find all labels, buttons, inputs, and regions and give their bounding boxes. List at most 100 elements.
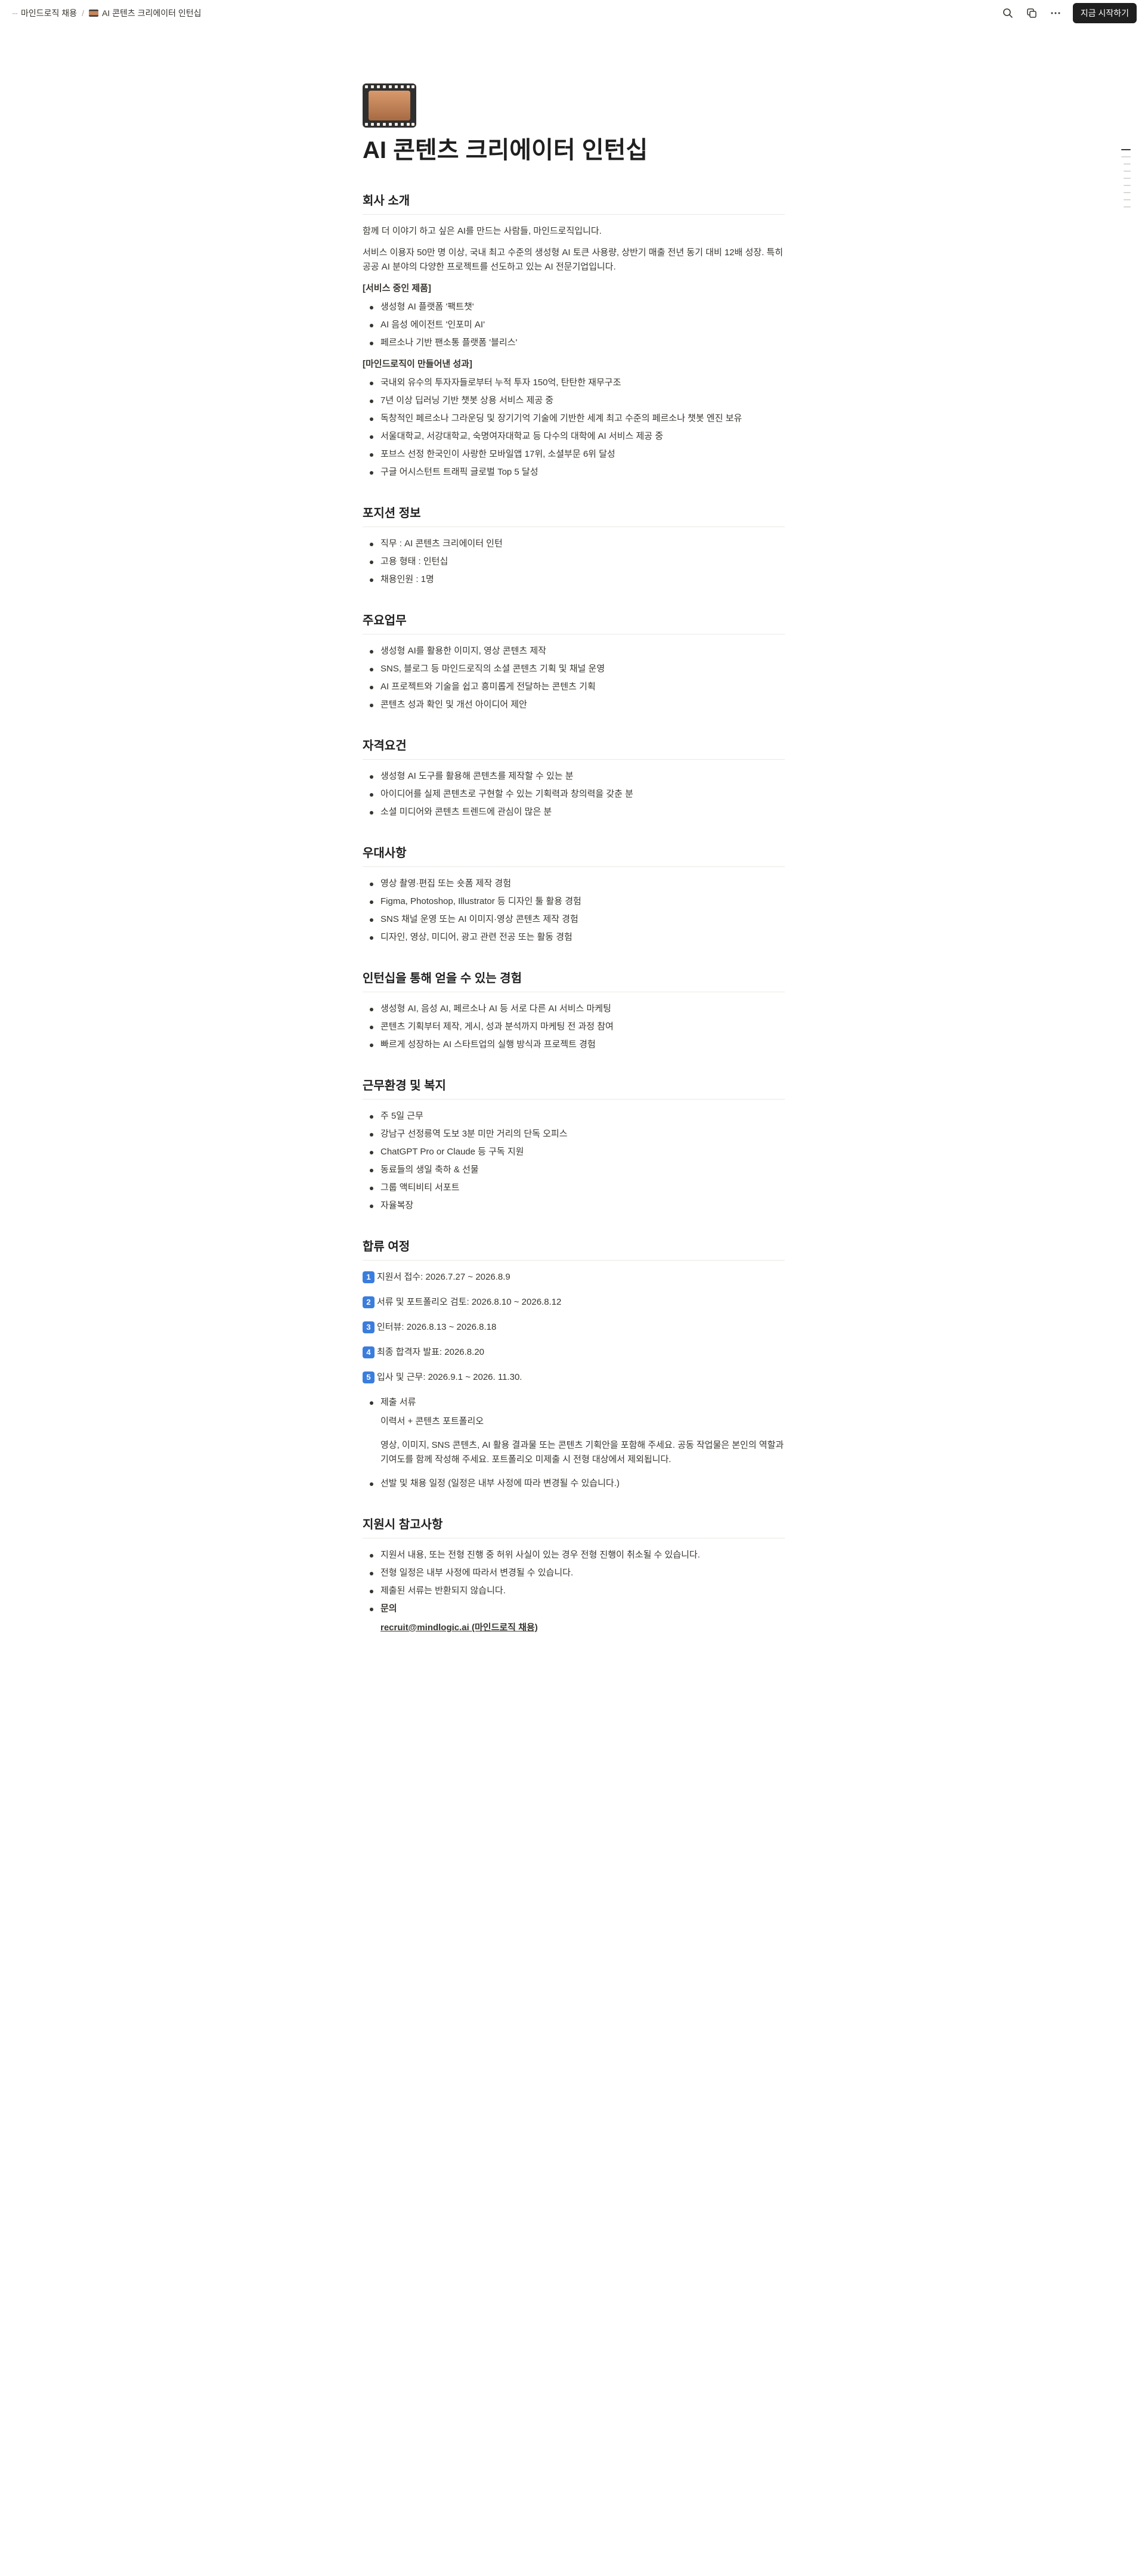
list-item: 독창적인 페르소나 그라운딩 및 장기기억 기술에 기반한 세계 최고 수준의 … bbox=[363, 411, 785, 426]
section-heading: 인턴십을 통해 얻을 수 있는 경험 bbox=[363, 968, 785, 992]
contact-details: recruit@mindlogic.ai (마인드로직 채용) bbox=[363, 1621, 785, 1633]
page-outline[interactable] bbox=[1121, 149, 1131, 208]
list-item: 자율복장 bbox=[363, 1199, 785, 1213]
process-step-text: 인터뷰: 2026.8.13 ~ 2026.8.18 bbox=[377, 1322, 497, 1332]
breadcrumb-workspace[interactable]: ··· 마인드로직 채용 bbox=[8, 5, 81, 21]
section-heading: 지원시 참고사항 bbox=[363, 1515, 785, 1538]
workspace-logo-icon: ··· bbox=[12, 9, 18, 17]
list-item: Figma, Photoshop, Illustrator 등 디자인 툴 활용… bbox=[363, 894, 785, 909]
list-item: 동료들의 생일 축하 & 선물 bbox=[363, 1163, 785, 1177]
outline-mark[interactable] bbox=[1121, 149, 1131, 150]
top-bar: ··· 마인드로직 채용 / AI 콘텐츠 크리에이터 인턴십 지금 시작하기 bbox=[0, 0, 1145, 26]
list-item: 페르소나 기반 팬소통 플랫폼 '블리스' bbox=[363, 336, 785, 350]
section-requirements: 자격요건 생성형 AI 도구를 활용해 콘텐츠를 제작할 수 있는 분 아이디어… bbox=[363, 736, 785, 819]
keycap-number-icon: 4 bbox=[363, 1346, 375, 1358]
docs-note: 영상, 이미지, SNS 콘텐츠, AI 활용 결과물 또는 콘텐츠 기획안을 … bbox=[380, 1440, 784, 1465]
list-item: 콘텐츠 성과 확인 및 개선 아이디어 제안 bbox=[363, 698, 785, 712]
outline-mark[interactable] bbox=[1124, 199, 1131, 200]
section-duties: 주요업무 생성형 AI를 활용한 이미지, 영상 콘텐츠 제작 SNS, 블로그… bbox=[363, 611, 785, 712]
benefits-list: 주 5일 근무 강남구 선정릉역 도보 3분 미만 거리의 단독 오피스 Cha… bbox=[363, 1109, 785, 1213]
outline-mark[interactable] bbox=[1124, 171, 1131, 172]
list-item: 선발 및 채용 일정 (일정은 내부 사정에 따라 변경될 수 있습니다.) bbox=[363, 1476, 785, 1491]
page-content: AI 콘텐츠 크리에이터 인턴십 회사 소개 함께 더 이야기 하고 싶은 AI… bbox=[363, 83, 785, 1657]
process-step: 4 최종 합격자 발표: 2026.8.20 bbox=[363, 1345, 785, 1360]
list-item: 구글 어시스턴트 트래픽 글로벌 Top 5 달성 bbox=[363, 465, 785, 479]
section-heading: 근무환경 및 복지 bbox=[363, 1076, 785, 1100]
list-item: 직무 : AI 콘텐츠 크리에이터 인턴 bbox=[363, 537, 785, 551]
section-heading: 포지션 정보 bbox=[363, 503, 785, 527]
list-item: 생성형 AI, 음성 AI, 페르소나 AI 등 서로 다른 AI 서비스 마케… bbox=[363, 1002, 785, 1016]
list-item: 채용인원 : 1명 bbox=[363, 572, 785, 587]
process-step: 2 서류 및 포트폴리오 검토: 2026.8.10 ~ 2026.8.12 bbox=[363, 1295, 785, 1309]
list-item: 주 5일 근무 bbox=[363, 1109, 785, 1123]
list-item: 그룹 액티비티 서포트 bbox=[363, 1181, 785, 1195]
outline-mark[interactable] bbox=[1124, 185, 1131, 186]
search-icon[interactable] bbox=[1001, 7, 1014, 20]
company-intro: 함께 더 이야기 하고 싶은 AI를 만드는 사람들, 마인드로직입니다. bbox=[363, 226, 602, 236]
notes-list: 지원서 내용, 또는 전형 진행 중 허위 사실이 있는 경우 전형 진행이 취… bbox=[363, 1548, 785, 1616]
list-item: SNS 채널 운영 또는 AI 이미지·영상 콘텐츠 제작 경험 bbox=[363, 912, 785, 927]
section-position: 포지션 정보 직무 : AI 콘텐츠 크리에이터 인턴 고용 형태 : 인턴십 … bbox=[363, 503, 785, 587]
process-details-list: 제출 서류 bbox=[363, 1395, 785, 1410]
outline-mark[interactable] bbox=[1124, 178, 1131, 179]
preferred-list: 영상 촬영·편집 또는 숏폼 제작 경험 Figma, Photoshop, I… bbox=[363, 877, 785, 945]
contact-label: 문의 bbox=[380, 1603, 397, 1614]
duties-list: 생성형 AI를 활용한 이미지, 영상 콘텐츠 제작 SNS, 블로그 등 마인… bbox=[363, 644, 785, 712]
list-item: 고용 형태 : 인턴십 bbox=[363, 555, 785, 569]
list-item: 포브스 선정 한국인이 사랑한 모바일앱 17위, 소셜부문 6위 달성 bbox=[363, 447, 785, 462]
section-heading: 합류 여정 bbox=[363, 1237, 785, 1261]
docs-label: 제출 서류 bbox=[380, 1397, 416, 1407]
list-item: 디자인, 영상, 미디어, 광고 관련 전공 또는 활동 경험 bbox=[363, 930, 785, 945]
company-description: 서비스 이용자 50만 명 이상, 국내 최고 수준의 생성형 AI 토큰 사용… bbox=[363, 247, 784, 272]
duplicate-icon[interactable] bbox=[1025, 7, 1038, 20]
breadcrumb-workspace-label: 마인드로직 채용 bbox=[21, 8, 78, 18]
keycap-number-icon: 5 bbox=[363, 1371, 375, 1383]
process-step-text: 지원서 접수: 2026.7.27 ~ 2026.8.9 bbox=[377, 1272, 510, 1282]
keycap-number-icon: 3 bbox=[363, 1321, 375, 1333]
page-title: AI 콘텐츠 크리에이터 인턴십 bbox=[363, 137, 648, 163]
process-step: 3 인터뷰: 2026.8.13 ~ 2026.8.18 bbox=[363, 1320, 785, 1335]
list-item: 전형 일정은 내부 사정에 따라서 변경될 수 있습니다. bbox=[363, 1566, 785, 1580]
list-item: 제출된 서류는 반환되지 않습니다. bbox=[363, 1584, 785, 1598]
outline-mark[interactable] bbox=[1124, 163, 1131, 165]
section-process: 합류 여정 1 지원서 접수: 2026.7.27 ~ 2026.8.9 2 서… bbox=[363, 1237, 785, 1491]
list-item: 국내외 유수의 투자자들로부터 누적 투자 150억, 탄탄한 재무구조 bbox=[363, 376, 785, 390]
schedule-list: 선발 및 채용 일정 (일정은 내부 사정에 따라 변경될 수 있습니다.) bbox=[363, 1476, 785, 1491]
services-list: 생성형 AI 플랫폼 '팩트챗' AI 음성 에이전트 '인포미 AI' 페르소… bbox=[363, 300, 785, 350]
more-icon[interactable] bbox=[1049, 7, 1062, 20]
list-item: 생성형 AI 도구를 활용해 콘텐츠를 제작할 수 있는 분 bbox=[363, 769, 785, 784]
achievements-list: 국내외 유수의 투자자들로부터 누적 투자 150억, 탄탄한 재무구조 7년 … bbox=[363, 376, 785, 479]
process-step: 5 입사 및 근무: 2026.9.1 ~ 2026. 11.30. bbox=[363, 1370, 785, 1385]
list-item: 생성형 AI를 활용한 이미지, 영상 콘텐츠 제작 bbox=[363, 644, 785, 658]
process-step-text: 서류 및 포트폴리오 검토: 2026.8.10 ~ 2026.8.12 bbox=[377, 1297, 562, 1307]
film-icon bbox=[88, 10, 98, 17]
section-company: 회사 소개 함께 더 이야기 하고 싶은 AI를 만드는 사람들, 마인드로직입… bbox=[363, 191, 785, 479]
keycap-number-icon: 2 bbox=[363, 1296, 375, 1308]
list-item: AI 프로젝트와 기술을 쉽고 흥미롭게 전달하는 콘텐츠 기획 bbox=[363, 680, 785, 694]
list-item: 서울대학교, 서강대학교, 숙명여자대학교 등 다수의 대학에 AI 서비스 제… bbox=[363, 429, 785, 444]
section-heading: 주요업무 bbox=[363, 611, 785, 634]
film-frames-icon[interactable] bbox=[363, 83, 416, 128]
services-label: [서비스 중인 제품] bbox=[363, 283, 431, 293]
list-item: 영상 촬영·편집 또는 숏폼 제작 경험 bbox=[363, 877, 785, 891]
list-item: 7년 이상 딥러닝 기반 챗봇 상용 서비스 제공 중 bbox=[363, 394, 785, 408]
breadcrumb: ··· 마인드로직 채용 / AI 콘텐츠 크리에이터 인턴십 bbox=[8, 5, 205, 21]
process-step-text: 최종 합격자 발표: 2026.8.20 bbox=[377, 1347, 485, 1357]
list-item: 콘텐츠 기획부터 제작, 게시, 성과 분석까지 마케팅 전 과정 참여 bbox=[363, 1020, 785, 1034]
section-benefits: 근무환경 및 복지 주 5일 근무 강남구 선정릉역 도보 3분 미만 거리의 … bbox=[363, 1076, 785, 1213]
outline-mark[interactable] bbox=[1124, 206, 1131, 208]
outline-mark[interactable] bbox=[1124, 192, 1131, 193]
keycap-number-icon: 1 bbox=[363, 1271, 375, 1283]
process-step-text: 입사 및 근무: 2026.9.1 ~ 2026. 11.30. bbox=[377, 1372, 522, 1382]
docs-details: 이력서 + 콘텐츠 포트폴리오 영상, 이미지, SNS 콘텐츠, AI 활용 … bbox=[363, 1414, 785, 1467]
section-notes: 지원시 참고사항 지원서 내용, 또는 전형 진행 중 허위 사실이 있는 경우… bbox=[363, 1515, 785, 1633]
list-item: 생성형 AI 플랫폼 '팩트챗' bbox=[363, 300, 785, 314]
breadcrumb-page[interactable]: AI 콘텐츠 크리에이터 인턴십 bbox=[85, 5, 205, 21]
outline-mark[interactable] bbox=[1121, 156, 1131, 157]
breadcrumb-page-label: AI 콘텐츠 크리에이터 인턴십 bbox=[101, 8, 202, 18]
breadcrumb-separator: / bbox=[82, 8, 84, 18]
contact-email-link[interactable]: recruit@mindlogic.ai (마인드로직 채용) bbox=[380, 1623, 538, 1633]
list-item: 문의 bbox=[363, 1602, 785, 1616]
section-experience: 인턴십을 통해 얻을 수 있는 경험 생성형 AI, 음성 AI, 페르소나 A… bbox=[363, 968, 785, 1052]
start-button[interactable]: 지금 시작하기 bbox=[1072, 3, 1137, 23]
